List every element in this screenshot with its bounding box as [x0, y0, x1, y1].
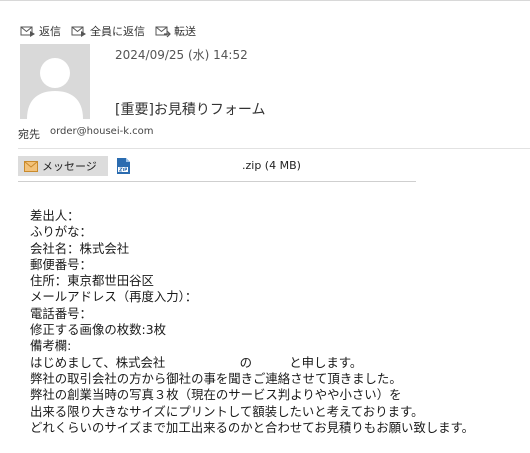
body-line: 弊社の取引会社の方から御社の事を聞きご連絡させて頂きました。: [30, 370, 402, 386]
body-line: 会社名：株式会社: [30, 240, 130, 256]
person-icon: [27, 58, 83, 119]
reply-label: 返信: [39, 25, 61, 38]
action-toolbar: 返信 全員に返信 転送: [20, 23, 196, 39]
envelope-icon: [24, 160, 38, 172]
body-line: はじめまして、株式会社 の と申します。: [30, 354, 363, 370]
forward-icon: [155, 26, 171, 38]
received-datetime: 2024/09/25 (水) 14:52: [115, 48, 248, 62]
email-subject: [重要]お見積りフォーム: [115, 102, 266, 118]
email-body: 差出人： ふりがな： 会社名：株式会社 郵便番号： 住所：東京都世田谷区 メール…: [30, 208, 474, 436]
attachment-filename[interactable]: .zip (4 MB): [242, 159, 301, 172]
body-line: 住所：東京都世田谷区: [30, 273, 154, 289]
body-line: 郵便番号：: [30, 256, 92, 272]
message-tab[interactable]: メッセージ: [18, 156, 108, 176]
reply-button[interactable]: 返信: [20, 23, 61, 39]
body-line: 修正する画像の枚数:3枚: [30, 322, 166, 338]
reply-all-icon: [71, 26, 86, 37]
body-line: 弊社の創業当時の写真３枚（現在のサービス判よりやや小さい）を: [30, 387, 402, 403]
message-tab-label: メッセージ: [42, 160, 97, 173]
body-line: 出来る限り大きなサイズにプリントして額装したいと考えております。: [30, 403, 424, 419]
zip-file-icon[interactable]: [116, 158, 130, 174]
attachment-divider: [18, 181, 416, 182]
sender-avatar: [20, 44, 90, 119]
forward-label: 転送: [174, 25, 196, 38]
reply-icon: [20, 26, 35, 37]
reply-all-button[interactable]: 全員に返信: [71, 23, 145, 39]
top-divider: [0, 0, 530, 1]
recipient-row: 宛先 order@housei-k.com: [18, 126, 154, 142]
reply-all-label: 全員に返信: [90, 25, 145, 38]
attachment-bar: メッセージ: [18, 155, 130, 177]
body-line: メールアドレス（再度入力）：: [30, 289, 198, 305]
to-address[interactable]: order@housei-k.com: [50, 126, 154, 142]
header-divider: [18, 148, 530, 149]
body-line: 差出人：: [30, 208, 80, 223]
body-line: 備考欄:: [30, 338, 72, 354]
body-line: ふりがな：: [30, 224, 92, 240]
body-line: 電話番号：: [30, 305, 92, 321]
to-label: 宛先: [18, 128, 40, 141]
forward-button[interactable]: 転送: [155, 23, 196, 39]
body-line: どれくらいのサイズまで加工出来るのかと合わせてお見積りもお願い致します。: [30, 419, 475, 435]
